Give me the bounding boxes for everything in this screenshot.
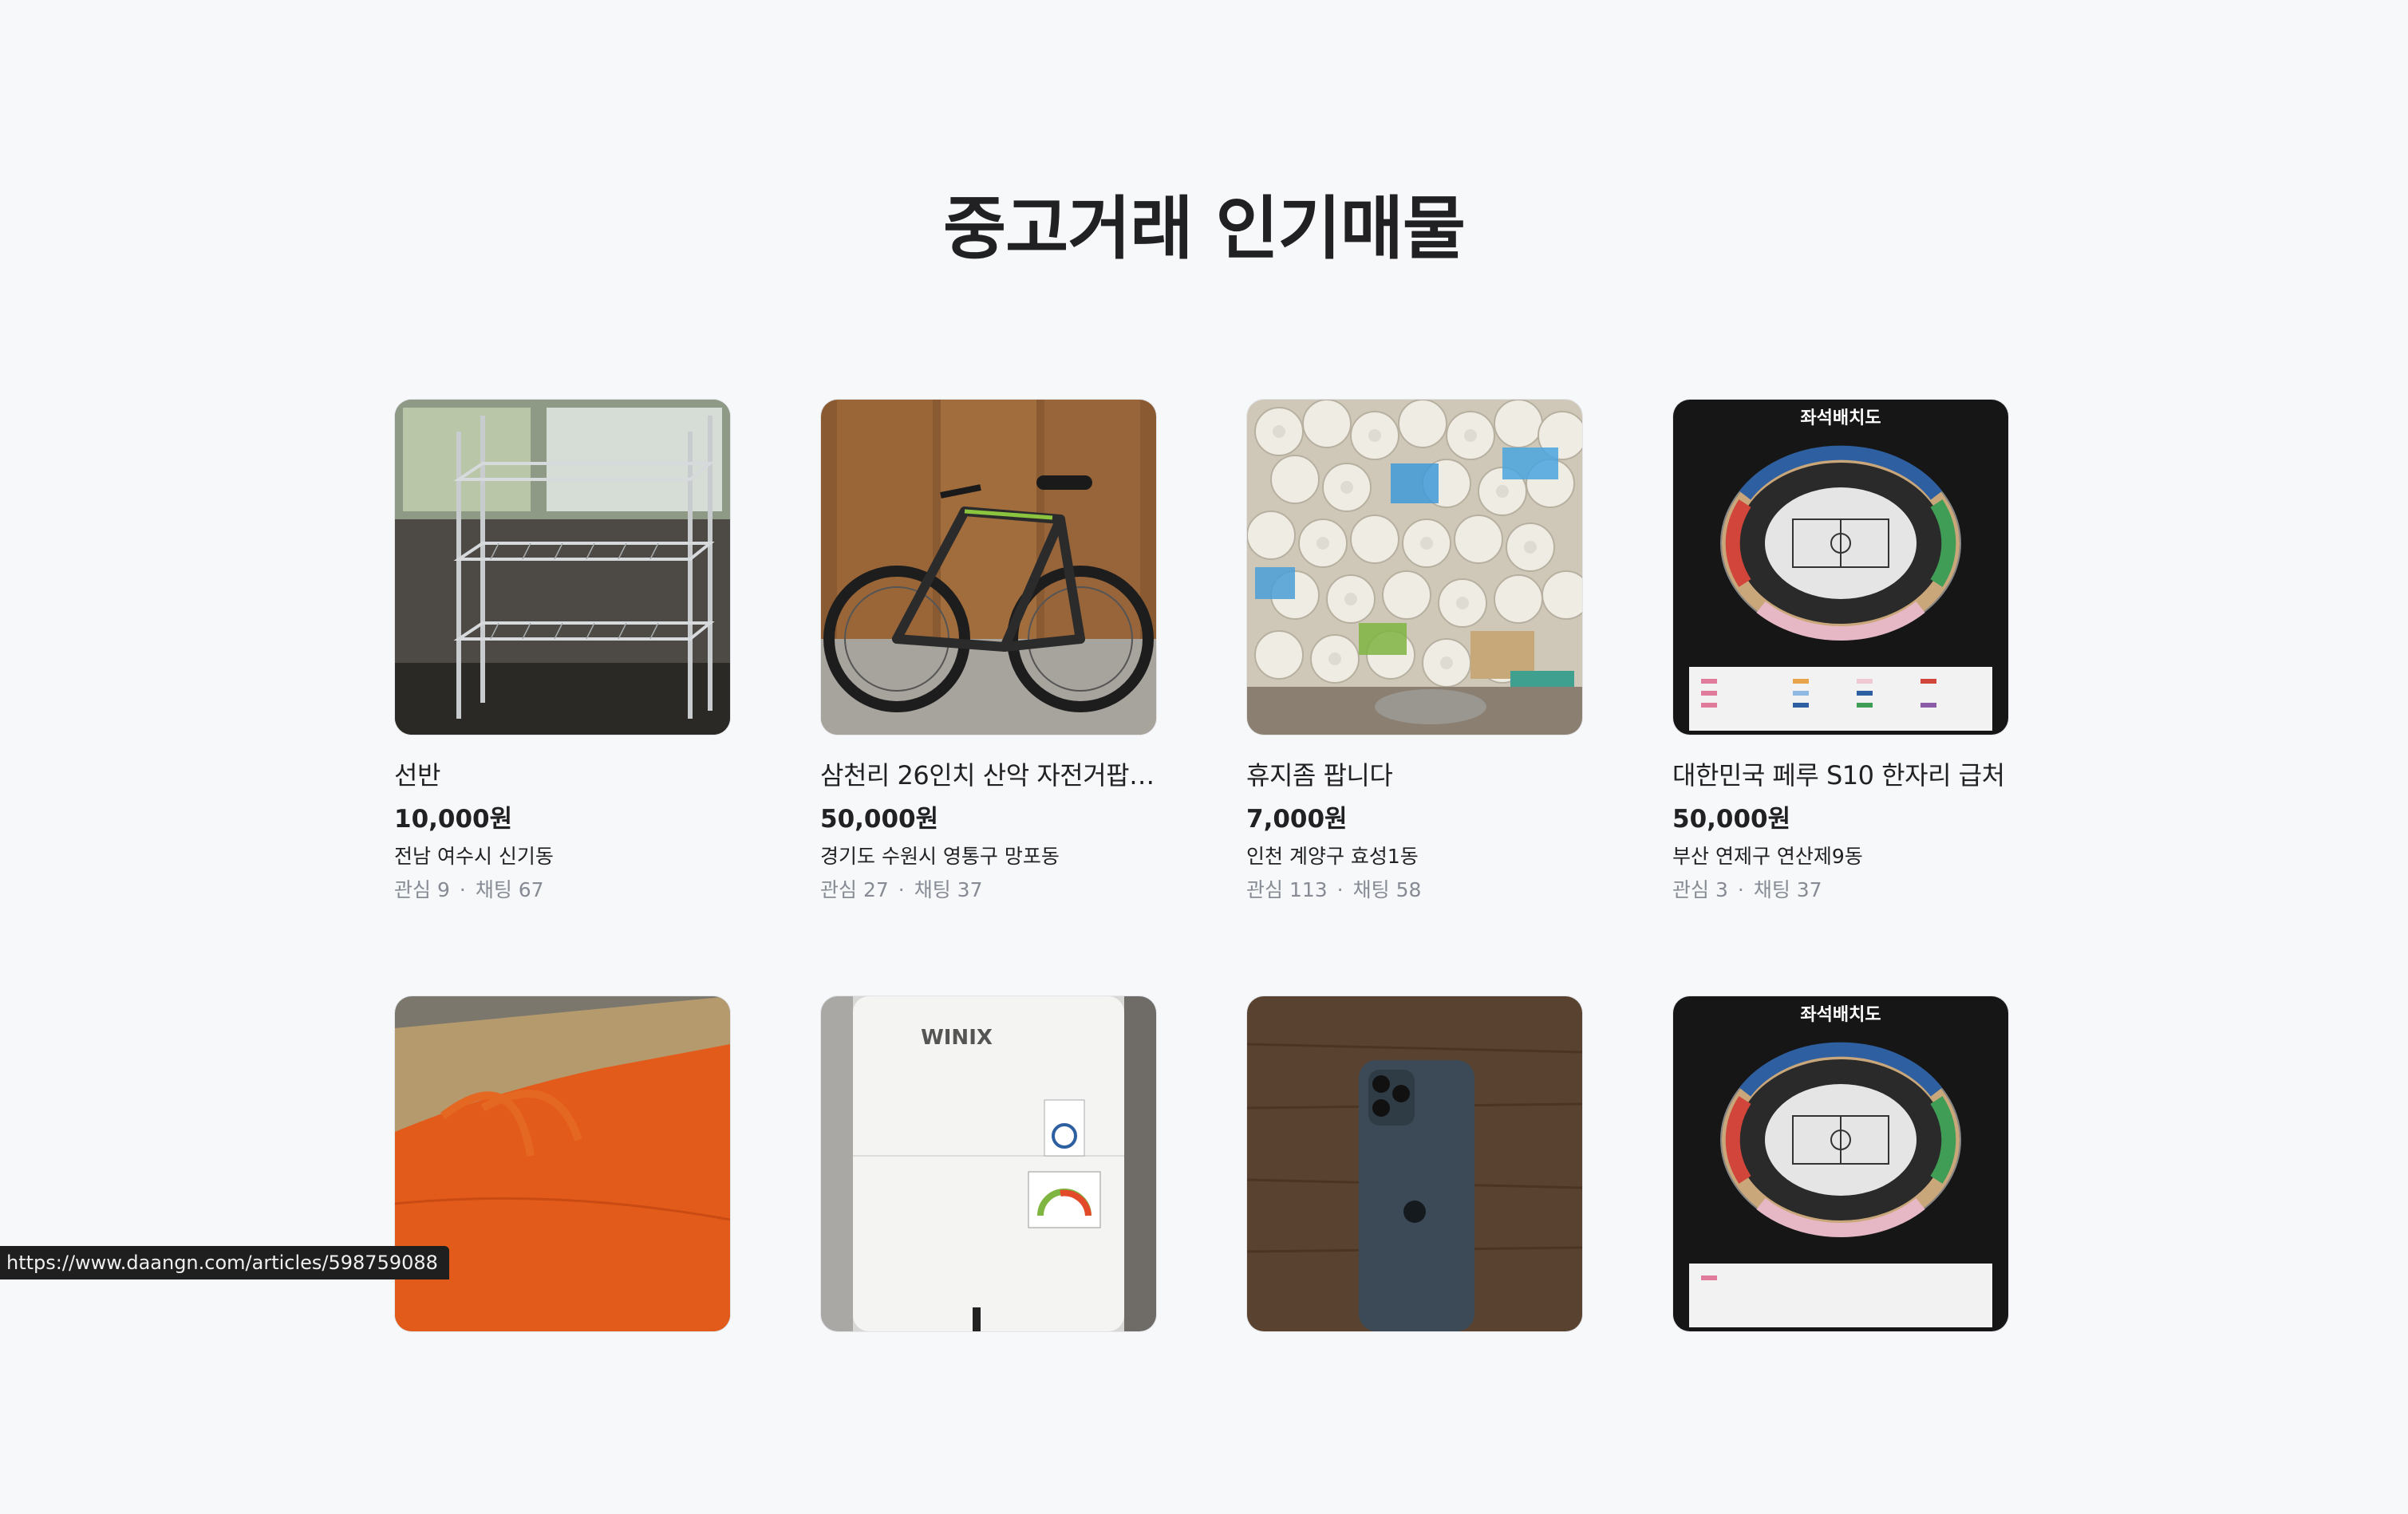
separator-dot: ·: [1737, 878, 1744, 901]
item-card[interactable]: 좌석배치도: [1672, 996, 2009, 1514]
stadium-seat-map-image: 좌석배치도: [1673, 996, 2008, 1331]
item-thumbnail-iphone[interactable]: [1246, 996, 1583, 1332]
item-region: 인천 계양구 효성1동: [1246, 845, 1419, 868]
status-bar-url: https://www.daangn.com/articles/59875908…: [0, 1246, 449, 1279]
item-thumbnail-winix-dehumidifier[interactable]: WINIX: [820, 996, 1157, 1332]
toilet-paper-pile-image: [1247, 400, 1582, 735]
item-price: 50,000원: [1672, 805, 1791, 834]
separator-dot: ·: [459, 878, 466, 901]
item-card[interactable]: 휴지좀 팝니다 7,000원 인천 계양구 효성1동 관심 113 · 채팅 58: [1246, 399, 1583, 917]
item-card[interactable]: 선반 10,000원 전남 여수시 신기동 관심 9 · 채팅 67: [394, 399, 731, 917]
item-price: 7,000원: [1246, 805, 1348, 834]
winix-logo-text: WINIX: [921, 1026, 993, 1050]
interest-count: 관심 3: [1672, 878, 1728, 901]
item-thumbnail-mountain-bike[interactable]: [820, 399, 1157, 735]
wire-shelf-image: [395, 400, 730, 735]
interest-count: 관심 113: [1246, 878, 1328, 901]
orange-leather-bag-image: [395, 996, 730, 1331]
item-card[interactable]: WINIX: [820, 996, 1157, 1514]
item-title: 휴지좀 팝니다: [1246, 760, 1393, 791]
chat-count: 채팅 37: [914, 878, 983, 901]
item-title: 대한민국 페루 S10 한자리 급처: [1672, 760, 2005, 791]
item-counts: 관심 27 · 채팅 37: [820, 876, 1157, 905]
item-region: 부산 연제구 연산제9동: [1672, 845, 1863, 868]
item-title: 삼천리 26인치 산악 자전거팝니다: [820, 760, 1157, 791]
item-region: 전남 여수시 신기동: [394, 845, 554, 868]
item-thumbnail-wire-shelf[interactable]: [394, 399, 731, 735]
item-thumbnail-stadium-seat-map[interactable]: 좌석배치도: [1672, 996, 2009, 1332]
chat-count: 채팅 37: [1753, 878, 1822, 901]
popular-items-grid: 선반 10,000원 전남 여수시 신기동 관심 9 · 채팅 67 삼천리 2…: [394, 399, 2014, 1514]
stadium-seat-map-image: 좌석배치도: [1673, 400, 2008, 735]
item-region: 경기도 수원시 영통구 망포동: [820, 845, 1060, 868]
item-thumbnail-stadium-seat-map[interactable]: 좌석배치도: [1672, 399, 2009, 735]
page-title: 중고거래 인기매물: [943, 189, 1466, 269]
seat-map-heading: 좌석배치도: [1800, 1005, 1881, 1025]
item-card[interactable]: 좌석배치도 대한민국 페루 S10 한자리 급처 50,000원 부산 연제구 …: [1672, 399, 2009, 917]
item-price: 50,000원: [820, 805, 939, 834]
item-counts: 관심 113 · 채팅 58: [1246, 876, 1583, 905]
separator-dot: ·: [1336, 878, 1344, 901]
interest-count: 관심 27: [820, 878, 889, 901]
item-counts: 관심 3 · 채팅 37: [1672, 876, 2009, 905]
item-card[interactable]: [1246, 996, 1583, 1514]
seat-map-heading: 좌석배치도: [1800, 408, 1881, 428]
item-card[interactable]: 삼천리 26인치 산악 자전거팝니다 50,000원 경기도 수원시 영통구 망…: [820, 399, 1157, 917]
mountain-bike-image: [821, 400, 1156, 735]
item-thumbnail-orange-leather-bag[interactable]: [394, 996, 731, 1332]
interest-count: 관심 9: [394, 878, 450, 901]
item-title: 선반: [394, 760, 440, 791]
item-counts: 관심 9 · 채팅 67: [394, 876, 731, 905]
item-thumbnail-toilet-paper[interactable]: [1246, 399, 1583, 735]
iphone-on-wood-image: [1247, 996, 1582, 1331]
winix-dehumidifier-image: WINIX: [821, 996, 1156, 1331]
chat-count: 채팅 58: [1352, 878, 1422, 901]
chat-count: 채팅 67: [475, 878, 544, 901]
item-price: 10,000원: [394, 805, 513, 834]
separator-dot: ·: [898, 878, 905, 901]
